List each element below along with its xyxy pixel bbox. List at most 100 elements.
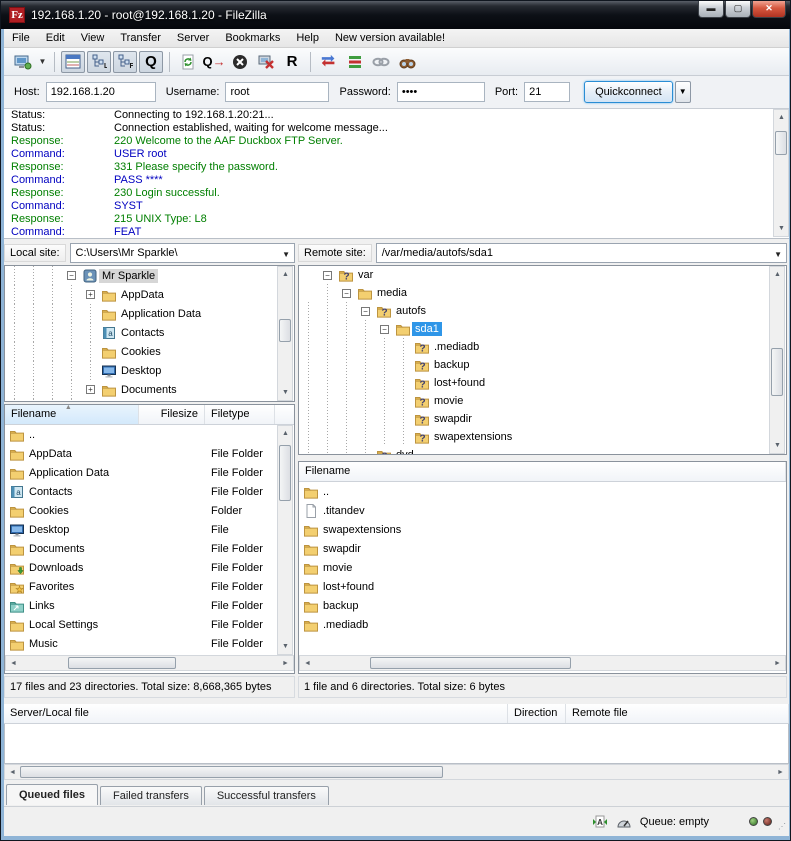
vertical-scrollbar[interactable]: ▲ ▼: [277, 425, 293, 655]
file-row-movie[interactable]: movie: [299, 558, 786, 577]
scroll-right-arrow[interactable]: ►: [773, 765, 788, 780]
file-row-[interactable]: ..: [5, 425, 294, 444]
file-row-downloads[interactable]: DownloadsFile Folder: [5, 558, 294, 577]
file-row-music[interactable]: MusicFile Folder: [5, 634, 294, 653]
tree-item-label[interactable]: dvd: [393, 448, 417, 455]
collapse-toggle[interactable]: −: [356, 307, 375, 316]
tree-item-media[interactable]: − media: [299, 284, 786, 302]
tree-item-backup[interactable]: ?backup: [299, 356, 786, 374]
file-row-links[interactable]: LinksFile Folder: [5, 596, 294, 615]
file-row-contacts[interactable]: aContactsFile Folder: [5, 482, 294, 501]
scroll-right-arrow[interactable]: ►: [278, 656, 293, 671]
scroll-down-arrow[interactable]: ▼: [278, 385, 293, 400]
cancel-button[interactable]: [228, 51, 252, 73]
local-tree-pane[interactable]: −Mr Sparkle+AppDataApplication DataaCont…: [4, 265, 295, 402]
file-row-application-data[interactable]: Application DataFile Folder: [5, 463, 294, 482]
menu-item-server[interactable]: Server: [169, 30, 217, 46]
scrollbar-thumb[interactable]: [370, 657, 571, 669]
horizontal-scrollbar[interactable]: ◄ ►: [4, 764, 789, 780]
queue-column-remote-file[interactable]: Remote file: [566, 704, 789, 723]
scroll-right-arrow[interactable]: ►: [770, 656, 785, 671]
scroll-up-arrow[interactable]: ▲: [278, 426, 293, 441]
password-input[interactable]: [397, 82, 485, 102]
file-row-swapdir[interactable]: swapdir: [299, 539, 786, 558]
tab-successful-transfers[interactable]: Successful transfers: [204, 786, 329, 805]
host-input[interactable]: [46, 82, 156, 102]
scroll-down-arrow[interactable]: ▼: [770, 438, 785, 453]
transfer-queue-body[interactable]: [4, 724, 789, 764]
tree-item-label[interactable]: Documents: [118, 383, 180, 397]
menu-item-view[interactable]: View: [73, 30, 113, 46]
tree-item-label[interactable]: swapextensions: [431, 430, 515, 444]
process-queue-button[interactable]: Q→: [202, 51, 226, 73]
menu-item-help[interactable]: Help: [288, 30, 327, 46]
queue-column-direction[interactable]: Direction: [508, 704, 566, 723]
tree-item-movie[interactable]: ?movie: [299, 392, 786, 410]
chevron-down-icon[interactable]: ▼: [282, 250, 290, 259]
title-bar[interactable]: Fz 192.168.1.20 - root@192.168.1.20 - Fi…: [1, 1, 791, 29]
file-row-appdata[interactable]: AppDataFile Folder: [5, 444, 294, 463]
menu-item-new-version-available[interactable]: New version available!: [327, 30, 453, 46]
scrollbar-thumb[interactable]: [775, 131, 787, 156]
tree-item-downloads[interactable]: +Downloads: [5, 399, 294, 402]
tree-item-label[interactable]: Downloads: [118, 402, 178, 403]
collapse-toggle[interactable]: −: [337, 289, 356, 298]
scrollbar-thumb[interactable]: [279, 319, 291, 342]
menu-item-bookmarks[interactable]: Bookmarks: [217, 30, 288, 46]
tree-item-label[interactable]: Application Data: [118, 307, 204, 321]
remote-site-combo[interactable]: /var/media/autofs/sda1 ▼: [376, 243, 787, 263]
tree-item--mediadb[interactable]: ?.mediadb: [299, 338, 786, 356]
tree-item-label[interactable]: media: [374, 286, 410, 300]
message-log-toggle-button[interactable]: [61, 51, 85, 73]
tree-item-cookies[interactable]: Cookies: [5, 342, 294, 361]
scroll-left-arrow[interactable]: ◄: [300, 656, 315, 671]
scrollbar-thumb[interactable]: [279, 445, 291, 501]
tree-item-appdata[interactable]: + AppData: [5, 285, 294, 304]
expand-toggle[interactable]: +: [81, 290, 100, 299]
tree-item-label[interactable]: .mediadb: [431, 340, 482, 354]
expand-toggle[interactable]: +: [81, 385, 100, 394]
vertical-scrollbar[interactable]: ▲ ▼: [773, 109, 789, 237]
tree-item-lost-found[interactable]: ?lost+found: [299, 374, 786, 392]
file-row-desktop[interactable]: DesktopFile: [5, 520, 294, 539]
refresh-button[interactable]: [176, 51, 200, 73]
quickconnect-dropdown-button[interactable]: ▼: [675, 81, 691, 103]
directory-listing-filters-button[interactable]: [343, 51, 367, 73]
synchronized-browsing-button[interactable]: [369, 51, 393, 73]
tab-failed-transfers[interactable]: Failed transfers: [100, 786, 202, 805]
directory-comparison-button[interactable]: [317, 51, 341, 73]
find-files-button[interactable]: [395, 51, 419, 73]
tree-item-dvd[interactable]: ?dvd: [299, 446, 786, 455]
tree-item-label[interactable]: backup: [431, 358, 472, 372]
column-header-filename[interactable]: Filename: [299, 462, 786, 481]
close-button[interactable]: ✕: [752, 1, 786, 18]
tree-item-var[interactable]: −?var: [299, 266, 786, 284]
tree-item-contacts[interactable]: aContacts: [5, 323, 294, 342]
tree-item-label[interactable]: Desktop: [118, 364, 164, 378]
tree-item-swapextensions[interactable]: ?swapextensions: [299, 428, 786, 446]
file-row-favorites[interactable]: ★FavoritesFile Folder: [5, 577, 294, 596]
reconnect-button[interactable]: R: [280, 51, 304, 73]
tree-item-label[interactable]: autofs: [393, 304, 429, 318]
data-type-indicator-icon[interactable]: A: [592, 815, 608, 829]
file-row-titandev[interactable]: .titandev: [299, 501, 786, 520]
file-row-documents[interactable]: DocumentsFile Folder: [5, 539, 294, 558]
menu-item-file[interactable]: File: [4, 30, 38, 46]
horizontal-scrollbar[interactable]: ◄ ►: [5, 655, 294, 671]
scroll-up-arrow[interactable]: ▲: [770, 267, 785, 282]
scrollbar-thumb[interactable]: [68, 657, 177, 669]
file-row-[interactable]: ..: [299, 482, 786, 501]
file-row-backup[interactable]: backup: [299, 596, 786, 615]
menu-item-transfer[interactable]: Transfer: [112, 30, 169, 46]
scroll-left-arrow[interactable]: ◄: [5, 765, 20, 780]
tree-item-label[interactable]: AppData: [118, 288, 167, 302]
scroll-down-arrow[interactable]: ▼: [278, 639, 293, 654]
port-input[interactable]: [524, 82, 570, 102]
file-row-mediadb[interactable]: .mediadb: [299, 615, 786, 634]
column-header-filename[interactable]: Filename▲: [5, 405, 139, 424]
resize-grip[interactable]: ⋰: [778, 822, 787, 831]
file-row-cookies[interactable]: CookiesFolder: [5, 501, 294, 520]
tree-item-label[interactable]: sda1: [412, 322, 442, 336]
scrollbar-thumb[interactable]: [20, 766, 443, 778]
tree-item-sda1[interactable]: −sda1: [299, 320, 786, 338]
